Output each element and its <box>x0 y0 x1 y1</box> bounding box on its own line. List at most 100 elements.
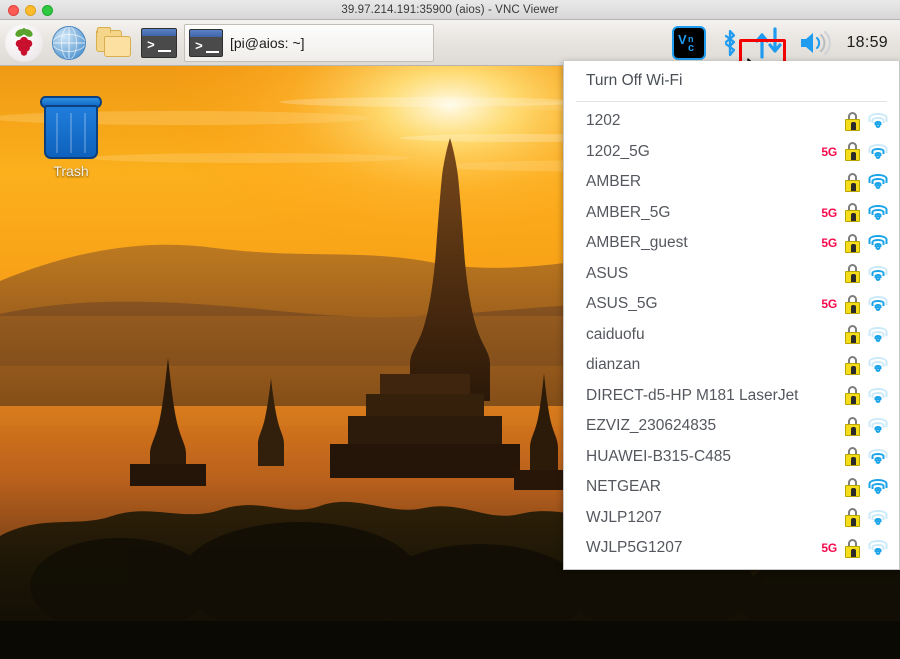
terminal-launcher-button[interactable]: > <box>138 22 180 64</box>
globe-icon <box>52 25 86 60</box>
lock-icon <box>844 447 861 467</box>
window-title: 39.97.214.191:35900 (aios) - VNC Viewer <box>341 3 559 16</box>
wifi-network-list: 1202 1202_5G 5G AMBER AMBER_5G 5G AMBER_guest 5… <box>564 106 899 564</box>
wifi-network-ssid: dianzan <box>586 356 641 374</box>
menu-separator <box>576 101 887 102</box>
network-tray-button[interactable] <box>754 26 784 59</box>
raspberry-menu-button[interactable] <box>3 22 45 64</box>
volume-tray-button[interactable] <box>798 30 832 56</box>
wifi-band-badge: 5G <box>821 236 837 251</box>
lock-icon <box>844 508 861 528</box>
wifi-network-ssid: caiduofu <box>586 325 645 343</box>
wifi-network-ssid: AMBER_guest <box>586 234 688 252</box>
wifi-network-ssid: AMBER_5G <box>586 203 671 221</box>
wifi-signal-icon <box>868 540 888 556</box>
wifi-network-ssid: ASUS_5G <box>586 295 658 313</box>
wifi-signal-icon <box>868 418 888 434</box>
trash-can-icon <box>38 96 104 162</box>
wifi-network-ssid: EZVIZ_230624835 <box>586 417 717 435</box>
close-window-button[interactable] <box>8 4 19 16</box>
wifi-signal-icon <box>868 265 888 282</box>
lock-icon <box>844 325 861 345</box>
lock-icon <box>844 477 861 497</box>
wifi-network-row[interactable]: AMBER_5G 5G <box>564 198 899 229</box>
remote-desktop-view[interactable]: Trash > > [pi@aios: ~] V n c 18:59 Turn … <box>0 20 900 659</box>
vnc-server-tray-button[interactable]: V n c <box>672 25 707 60</box>
traffic-lights <box>8 0 53 20</box>
vnc-viewer-window: 39.97.214.191:35900 (aios) - VNC Viewer <box>0 0 900 659</box>
wifi-network-row[interactable]: NETGEAR <box>564 472 899 503</box>
wifi-band-badge: 5G <box>821 144 837 159</box>
wifi-signal-icon <box>868 143 888 160</box>
wifi-signal-icon <box>868 509 888 526</box>
lock-icon <box>844 172 861 192</box>
folder-icon <box>96 26 132 58</box>
wifi-network-row[interactable]: WJLP5G1207 5G <box>564 533 899 564</box>
taskbar-clock[interactable]: 18:59 <box>846 34 888 52</box>
wifi-network-ssid: HUAWEI-B315-C485 <box>586 447 732 465</box>
network-updown-icon <box>755 26 783 59</box>
taskbar-window-label: [pi@aios: ~] <box>230 34 305 51</box>
terminal-icon: > <box>189 28 223 57</box>
wifi-network-row[interactable]: DIRECT-d5-HP M181 LaserJet <box>564 381 899 412</box>
wifi-signal-icon <box>868 387 888 404</box>
wifi-signal-icon <box>868 448 888 465</box>
lock-icon <box>844 386 861 406</box>
web-browser-button[interactable] <box>48 22 90 64</box>
wifi-network-row[interactable]: HUAWEI-B315-C485 <box>564 442 899 473</box>
bluetooth-icon <box>725 29 736 56</box>
wifi-network-row[interactable]: EZVIZ_230624835 <box>564 411 899 442</box>
wifi-signal-icon <box>868 326 888 343</box>
wifi-network-row[interactable]: dianzan <box>564 350 899 381</box>
wifi-signal-icon <box>868 174 888 190</box>
trash-label: Trash <box>53 163 89 179</box>
wifi-network-row[interactable]: ASUS_5G 5G <box>564 289 899 320</box>
desktop-icon-trash[interactable]: Trash <box>31 96 111 179</box>
wifi-network-row[interactable]: 1202 <box>564 106 899 137</box>
svg-text:c: c <box>688 42 694 54</box>
bluetooth-tray-button[interactable] <box>720 28 740 58</box>
file-manager-button[interactable] <box>93 22 135 64</box>
wifi-band-badge: 5G <box>821 205 837 220</box>
window-titlebar: 39.97.214.191:35900 (aios) - VNC Viewer <box>0 0 900 20</box>
lock-icon <box>844 264 861 284</box>
wifi-band-badge: 5G <box>821 297 837 312</box>
wifi-network-ssid: WJLP5G1207 <box>586 539 683 557</box>
maximize-window-button[interactable] <box>42 4 53 16</box>
lock-icon <box>844 416 861 436</box>
wifi-network-ssid: ASUS <box>586 264 629 282</box>
wifi-network-ssid: WJLP1207 <box>586 508 662 526</box>
wifi-signal-icon <box>868 113 888 129</box>
taskbar-window-button-terminal[interactable]: > [pi@aios: ~] <box>184 23 434 62</box>
wifi-network-ssid: AMBER <box>586 173 642 191</box>
speaker-icon <box>801 30 832 55</box>
wifi-network-row[interactable]: caiduofu <box>564 320 899 351</box>
wifi-network-row[interactable]: WJLP1207 <box>564 503 899 534</box>
lock-icon <box>844 355 861 375</box>
wifi-network-ssid: DIRECT-d5-HP M181 LaserJet <box>586 386 799 404</box>
wifi-network-ssid: NETGEAR <box>586 478 661 496</box>
taskbar: > > [pi@aios: ~] V n c 18:59 <box>0 20 900 66</box>
wifi-network-row[interactable]: AMBER_guest 5G <box>564 228 899 259</box>
wifi-signal-icon <box>868 479 888 495</box>
taskbar-launchers: > <box>0 20 180 66</box>
raspberry-icon <box>5 23 43 62</box>
lock-icon <box>844 142 861 162</box>
wifi-network-ssid: 1202_5G <box>586 142 650 160</box>
lock-icon <box>844 203 861 223</box>
minimize-window-button[interactable] <box>25 4 36 16</box>
wifi-network-row[interactable]: ASUS <box>564 259 899 290</box>
wifi-signal-icon <box>868 357 888 373</box>
wifi-band-badge: 5G <box>821 541 837 556</box>
lock-icon <box>844 294 861 314</box>
wifi-network-row[interactable]: 1202_5G 5G <box>564 137 899 168</box>
wifi-network-row[interactable]: AMBER <box>564 167 899 198</box>
wifi-signal-icon <box>868 204 888 221</box>
turn-off-wifi-menu-item[interactable]: Turn Off Wi-Fi <box>564 67 899 95</box>
wifi-dropdown-menu[interactable]: Turn Off Wi-Fi 1202 1202_5G 5G AMBER AMBER_5… <box>563 61 900 570</box>
vnc-icon: V n c <box>672 25 707 60</box>
lock-icon <box>844 111 861 131</box>
wifi-signal-icon <box>868 235 888 251</box>
system-tray: V n c 18:59 <box>672 20 900 66</box>
wifi-signal-icon <box>868 296 888 312</box>
